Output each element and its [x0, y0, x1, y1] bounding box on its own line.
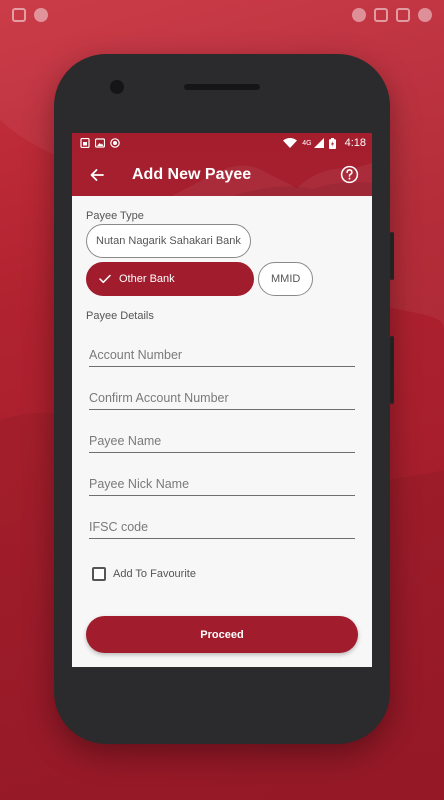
confirm-account-number-input[interactable] — [89, 391, 355, 405]
payee-name-field[interactable] — [89, 410, 355, 453]
payee-type-chip-other-bank[interactable]: Other Bank — [86, 262, 254, 296]
payee-nick-name-field[interactable] — [89, 453, 355, 496]
signal-icon — [374, 8, 388, 22]
account-number-field[interactable] — [89, 324, 355, 367]
power-button — [390, 336, 394, 404]
help-button[interactable] — [338, 164, 360, 186]
sim-icon — [80, 138, 90, 148]
ifsc-code-input[interactable] — [89, 520, 355, 534]
add-to-favourite-row[interactable]: Add To Favourite — [92, 567, 358, 581]
notification-icon — [34, 8, 48, 22]
payee-nick-name-input[interactable] — [89, 477, 355, 491]
account-number-input[interactable] — [89, 348, 355, 362]
status-time: 4:18 — [344, 137, 366, 149]
clock-icon — [418, 8, 432, 22]
favourite-label: Add To Favourite — [113, 568, 196, 580]
volume-button — [390, 232, 394, 280]
confirm-account-number-field[interactable] — [89, 367, 355, 410]
status-bar: 4G 4:18 — [72, 133, 372, 153]
wifi-icon — [283, 138, 298, 148]
speaker — [184, 84, 260, 90]
notification-icon — [12, 8, 26, 22]
arrow-left-icon — [90, 168, 104, 181]
battery-icon — [328, 137, 336, 149]
form-content: Payee Type Nutan Nagarik Sahakari Bank O… — [72, 196, 372, 581]
battery-icon — [396, 8, 410, 22]
wifi-icon — [352, 8, 366, 22]
payee-type-label: Payee Type — [86, 210, 144, 222]
payee-type-chip-mmid[interactable]: MMID — [258, 262, 314, 296]
signal-icon — [313, 138, 324, 148]
chip-label: Nutan Nagarik Sahakari Bank — [96, 235, 241, 247]
camera — [110, 80, 124, 94]
network-type: 4G — [302, 139, 312, 147]
chip-label: Other Bank — [119, 273, 175, 285]
proceed-button[interactable]: Proceed — [86, 616, 358, 653]
chip-label: MMID — [271, 273, 301, 285]
back-button[interactable] — [86, 164, 108, 186]
payee-details-label: Payee Details — [86, 310, 154, 322]
ifsc-code-field[interactable] — [89, 496, 355, 539]
favourite-checkbox[interactable] — [92, 567, 106, 581]
check-icon — [99, 274, 111, 284]
payee-type-chip-nnsb[interactable]: Nutan Nagarik Sahakari Bank — [86, 224, 251, 258]
record-icon — [110, 138, 120, 148]
app-bar: Add New Payee — [72, 153, 372, 196]
page-title: Add New Payee — [132, 165, 252, 183]
image-icon — [95, 138, 105, 148]
app-screen: 4G 4:18 Add New Payee Payee Type Nutan N… — [72, 133, 372, 667]
payee-name-input[interactable] — [89, 434, 355, 448]
outer-status-bar — [0, 0, 444, 30]
help-circle-icon — [340, 165, 358, 184]
